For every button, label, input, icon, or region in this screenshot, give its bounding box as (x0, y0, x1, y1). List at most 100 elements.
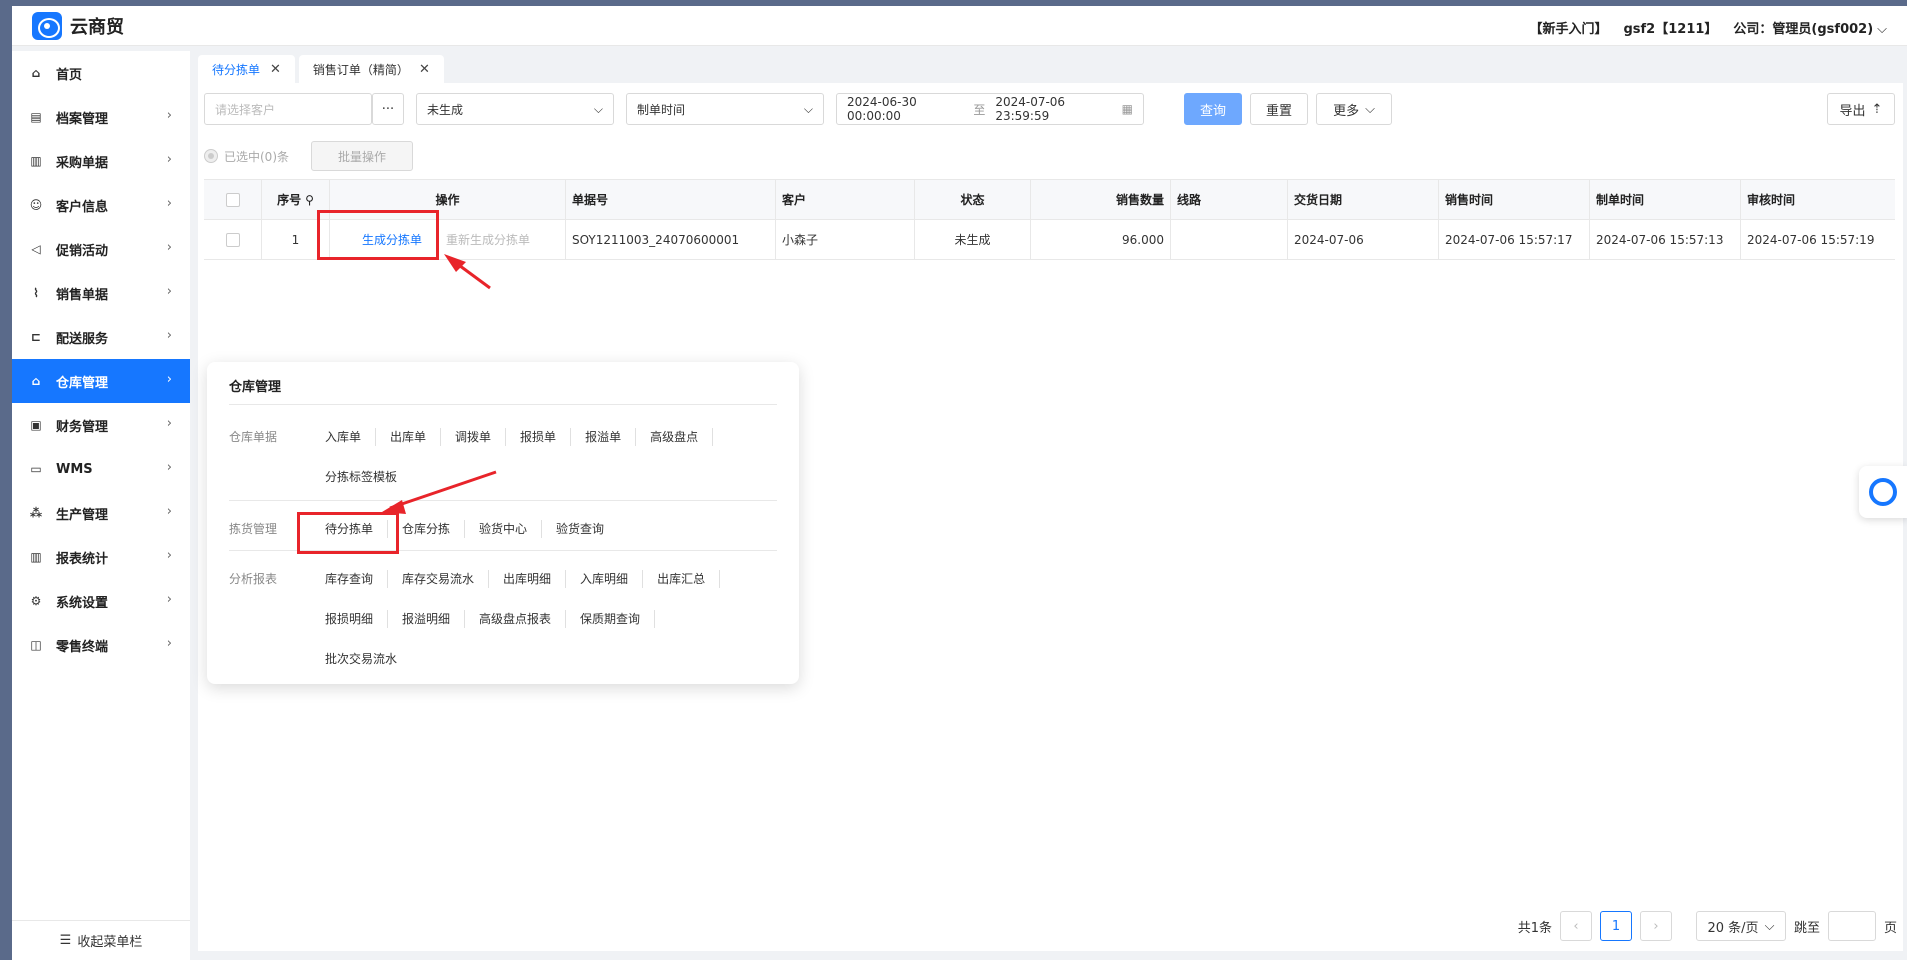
export-label: 导出 (1839, 103, 1866, 119)
header-audit-time: 审核时间 (1747, 193, 1796, 207)
more-dots-icon: ··· (381, 101, 395, 117)
page-size-select[interactable]: 20 条/页 ⌵ (1695, 911, 1786, 941)
submenu-item[interactable]: 保质期查询 (580, 610, 656, 628)
sidebar-item-label: 财务管理 (56, 419, 109, 435)
submenu-item[interactable]: 库存交易流水 (402, 570, 490, 588)
close-icon[interactable]: ✕ (270, 62, 281, 77)
header-route: 线路 (1171, 180, 1288, 219)
customer-select[interactable]: 请选择客户 (204, 93, 372, 125)
sidebar-item-11[interactable]: ▥ 报表统计 › (12, 535, 190, 579)
sidebar-item-7[interactable]: ⌂ 仓库管理 › (12, 359, 190, 403)
purchase-icon: ▥ (30, 154, 42, 168)
submenu-item[interactable]: 验货中心 (479, 520, 543, 538)
submenu-item[interactable]: 入库明细 (580, 570, 644, 588)
header-delivery-date: 交货日期 (1288, 180, 1439, 219)
table-row[interactable]: 1 生成分拣单 重新生成分拣单 SOY1211003_24070600001 小… (204, 220, 1895, 260)
sidebar-item-6[interactable]: ⊏ 配送服务 › (12, 315, 190, 359)
tab-pending-sort[interactable]: 待分拣单 ✕ (198, 55, 295, 83)
submenu-item[interactable]: 出库汇总 (657, 570, 721, 588)
chevron-right-icon: › (166, 416, 172, 431)
sidebar-item-2[interactable]: ▥ 采购单据 › (12, 139, 190, 183)
submenu-item[interactable]: 验货查询 (556, 520, 618, 538)
sidebar: ⌂ 首页 ▤ 档案管理 › ▥ 采购单据 › ☺ 客户信息 › ◁ 促销活动 › ⌇ 销售单据 › ⊏ 配送服务 › ⌂… (12, 51, 190, 960)
page-number[interactable]: 1 (1599, 911, 1632, 941)
export-button[interactable]: 导出 ⇡ (1827, 93, 1895, 125)
submenu-item[interactable]: 调拨单 (455, 428, 507, 446)
submenu-item[interactable]: 分拣标签模板 (325, 468, 411, 486)
sidebar-item-12[interactable]: ⚙ 系统设置 › (12, 579, 190, 623)
sidebar-item-4[interactable]: ◁ 促销活动 › (12, 227, 190, 271)
sidebar-item-5[interactable]: ⌇ 销售单据 › (12, 271, 190, 315)
divider (229, 500, 777, 501)
sidebar-item-13[interactable]: ◫ 零售终端 › (12, 623, 190, 667)
jump-label: 跳至 (1793, 920, 1820, 936)
settings-icon: ⚙ (30, 594, 42, 608)
tab-sales-order[interactable]: 销售订单（精简） ✕ (298, 55, 444, 83)
batch-label: 批量操作 (337, 149, 386, 164)
sidebar-item-9[interactable]: ▭ WMS › (12, 447, 190, 491)
company-menu[interactable]: 公司：管理员(gsf002) ⌵ (1733, 18, 1887, 37)
submenu-item[interactable]: 报溢明细 (402, 610, 466, 628)
row-customer: 小森子 (776, 220, 915, 259)
submenu-item[interactable]: 高级盘点 (650, 428, 714, 446)
sidebar-item-8[interactable]: ▣ 财务管理 › (12, 403, 190, 447)
sidebar-item-label: 零售终端 (56, 639, 109, 655)
submenu-item[interactable]: 出库明细 (503, 570, 567, 588)
submenu-item[interactable]: 报损单 (520, 428, 572, 446)
header-quantity: 销售数量 (1031, 180, 1171, 219)
collapse-icon: ☰ (59, 933, 72, 948)
submenu-item[interactable]: 批次交易流水 (325, 650, 411, 668)
sidebar-item-3[interactable]: ☺ 客户信息 › (12, 183, 190, 227)
next-page-button[interactable]: › (1639, 911, 1672, 941)
row-status: 未生成 (915, 220, 1031, 259)
submenu-item[interactable]: 报溢单 (585, 428, 637, 446)
close-icon[interactable]: ✕ (419, 62, 430, 77)
sidebar-list: ⌂ 首页 ▤ 档案管理 › ▥ 采购单据 › ☺ 客户信息 › ◁ 促销活动 › ⌇ 销售单据 › ⊏ 配送服务 › ⌂… (12, 51, 190, 667)
sidebar-item-label: 首页 (56, 67, 83, 83)
header-sale-time: 销售时间 (1439, 180, 1590, 219)
group-label-docs: 仓库单据 (229, 430, 278, 444)
warehouse-submenu: 仓库管理 仓库单据 入库单 出库单 调拨单 报损单 报溢单 高级盘点 分拣标签模板 拣货管理… (207, 362, 799, 684)
date-range-picker[interactable]: 2024-06-30 00:00:00 至 2024-07-06 23:59:5… (836, 93, 1144, 125)
query-button[interactable]: 查询 (1184, 93, 1242, 125)
submenu-item[interactable]: 报损明细 (325, 610, 389, 628)
sidebar-item-label: 报表统计 (56, 551, 109, 567)
group-label-reports: 分析报表 (229, 572, 278, 586)
batch-action-button[interactable]: 批量操作 (311, 141, 413, 171)
select-all-checkbox[interactable] (225, 192, 240, 207)
user-info: gsf2【1211】 (1623, 22, 1718, 37)
pin-icon[interactable]: ⚲ (305, 193, 314, 207)
time-type-select[interactable]: 制单时间 ⌵ (626, 93, 824, 125)
sidebar-item-10[interactable]: ⁂ 生产管理 › (12, 491, 190, 535)
submenu-item[interactable]: 高级盘点报表 (479, 610, 567, 628)
reset-button[interactable]: 重置 (1250, 93, 1308, 125)
row-order-no: SOY1211003_24070600001 (566, 220, 776, 259)
submenu-item[interactable]: 仓库分拣 (402, 520, 466, 538)
date-end: 2024-07-06 23:59:59 (995, 95, 1066, 123)
collapse-menu-button[interactable]: ☰ 收起菜单栏 (12, 920, 190, 960)
prev-page-button[interactable]: ‹ (1559, 911, 1592, 941)
row-checkbox[interactable] (225, 232, 240, 247)
logo[interactable]: 云商贸 (32, 12, 124, 40)
tab-label: 待分拣单 (212, 62, 261, 77)
sidebar-item-0[interactable]: ⌂ 首页 (12, 51, 190, 95)
page-tabs: 待分拣单 ✕ 销售订单（精简） ✕ (198, 55, 444, 83)
jump-page-input[interactable] (1827, 911, 1876, 941)
customer-more-button[interactable]: ··· (372, 93, 404, 125)
submenu-item[interactable]: 库存查询 (325, 570, 389, 588)
sidebar-item-1[interactable]: ▤ 档案管理 › (12, 95, 190, 139)
chevron-right-icon: › (166, 196, 172, 211)
more-button[interactable]: 更多 ⌵ (1316, 93, 1392, 125)
tab-label: 销售订单（精简） (312, 62, 409, 77)
row-audit-time: 2024-07-06 15:57:19 (1747, 232, 1875, 247)
page-unit-label: 页 (1883, 920, 1897, 936)
app-window: 云商贸 【新手入门】 gsf2【1211】 公司：管理员(gsf002) ⌵ ⌂ 首… (12, 6, 1907, 960)
assistant-float-button[interactable] (1859, 466, 1907, 518)
submenu-item[interactable]: 入库单 (325, 428, 377, 446)
status-select[interactable]: 未生成 ⌵ (416, 93, 614, 125)
header-customer: 客户 (776, 180, 915, 219)
select-all-radio[interactable] (204, 149, 218, 163)
submenu-item[interactable]: 出库单 (390, 428, 442, 446)
total-count: 共1条 (1517, 920, 1552, 936)
guide-link[interactable]: 【新手入门】 (1529, 18, 1607, 37)
